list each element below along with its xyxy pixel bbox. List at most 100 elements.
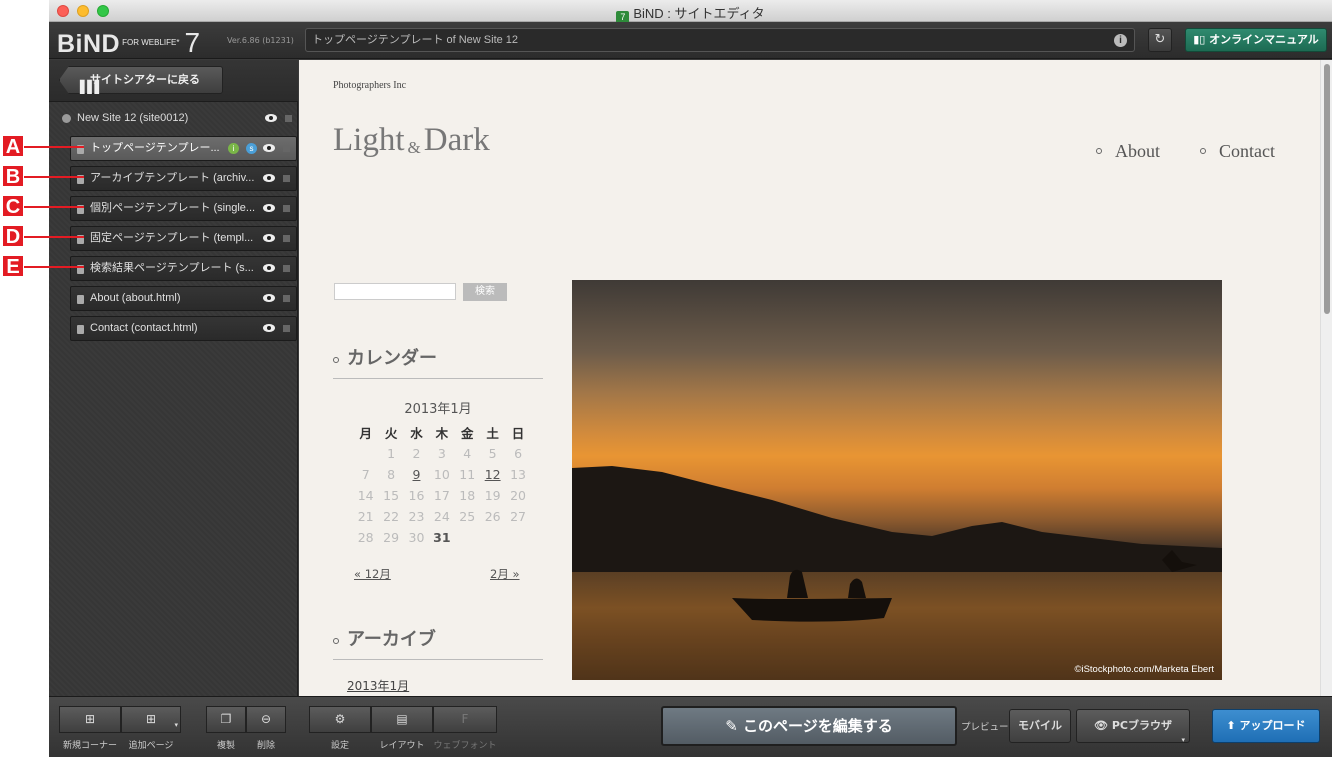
- day-cell: 14: [357, 488, 374, 503]
- page-label: About (about.html): [90, 292, 181, 304]
- visibility-eye-icon[interactable]: [263, 324, 275, 332]
- edit-page-button[interactable]: ✎ このページを編集する: [661, 706, 957, 746]
- checkbox-square-icon[interactable]: [285, 115, 292, 122]
- day-cell: 28: [357, 530, 374, 545]
- checkbox-square-icon[interactable]: [283, 205, 290, 212]
- photo-credit: ©iStockphoto.com/Marketa Ebert: [1074, 664, 1214, 675]
- day-link[interactable]: 9: [404, 464, 429, 485]
- reload-button[interactable]: ↻: [1148, 28, 1172, 52]
- online-manual-button[interactable]: ▮▯ オンラインマニュアル: [1185, 28, 1327, 52]
- layout-button[interactable]: ▤: [371, 706, 433, 733]
- day-link[interactable]: 12: [480, 464, 505, 485]
- checkbox-square-icon[interactable]: [283, 295, 290, 302]
- sidebar-page-item[interactable]: 検索結果ページテンプレート (s...: [70, 256, 297, 281]
- top-toolbar: BiND FOR WEBLIFE* 7 Ver.6.86 (b1231) トップペー…: [49, 22, 1332, 59]
- add-page-button[interactable]: ⊞ ▾: [121, 706, 181, 733]
- visibility-eye-icon[interactable]: [263, 174, 275, 182]
- site-title-amp: &: [407, 138, 421, 157]
- status-blue-icon[interactable]: s: [246, 143, 257, 154]
- search-input[interactable]: [334, 283, 456, 300]
- checkbox-square-icon[interactable]: [283, 265, 290, 272]
- marker-c: C: [2, 195, 24, 218]
- webfont-button[interactable]: F: [433, 706, 497, 733]
- archive-heading-label: アーカイブ: [347, 629, 436, 650]
- visibility-eye-icon[interactable]: [263, 204, 275, 212]
- visibility-eye-icon[interactable]: [263, 144, 275, 152]
- site-root-item[interactable]: New Site 12 (site0012): [49, 107, 298, 129]
- calendar-prev-month-link[interactable]: « 12月: [354, 566, 391, 582]
- weekday-cell: 土: [486, 426, 499, 441]
- calendar-next-month-link[interactable]: 2月 »: [490, 566, 520, 582]
- calendar-week-row: 28 29 30 31: [353, 527, 531, 548]
- archive-heading: アーカイブ: [333, 625, 543, 660]
- day-cell: [505, 527, 530, 548]
- visibility-eye-icon[interactable]: [263, 294, 275, 302]
- site-dot-icon: [62, 114, 71, 123]
- mobile-preview-button[interactable]: モバイル: [1009, 709, 1071, 743]
- site-root-label: New Site 12 (site0012): [77, 112, 189, 124]
- marker-b-line: [24, 176, 84, 178]
- status-green-icon[interactable]: i: [228, 143, 239, 154]
- day-cell: 7: [361, 467, 370, 482]
- company-name: Photographers Inc: [333, 80, 407, 91]
- day-cell-today: 31: [433, 530, 451, 545]
- sidebar-page-item[interactable]: 個別ページテンプレート (single...: [70, 196, 297, 221]
- day-cell: 30: [408, 530, 425, 545]
- dropdown-arrow-icon: ▾: [1181, 736, 1185, 744]
- checkbox-square-icon[interactable]: [283, 325, 290, 332]
- logo-number: 7: [184, 27, 201, 58]
- page-address-bar[interactable]: トップページテンプレート of New Site 12 i: [305, 28, 1135, 52]
- archive-month-link[interactable]: 2013年1月: [347, 677, 409, 694]
- page-preview[interactable]: Photographers Inc Light &Dark About Conta…: [299, 60, 1332, 696]
- upload-icon: ⬆: [1226, 719, 1240, 732]
- webfont-label: ウェブフォント: [433, 741, 497, 751]
- book-icon: ▮▯: [1193, 33, 1210, 46]
- visibility-eye-icon[interactable]: [263, 264, 275, 272]
- edit-page-label: このページを編集する: [743, 717, 893, 735]
- day-cell: 23: [408, 509, 425, 524]
- sidebar-page-item[interactable]: アーカイブテンプレート (archiv...: [70, 166, 297, 191]
- sidebar-page-item[interactable]: About (about.html): [70, 286, 297, 311]
- checkbox-square-icon[interactable]: [283, 235, 290, 242]
- day-cell: 1: [387, 446, 396, 461]
- day-cell: 11: [459, 467, 476, 482]
- new-corner-button[interactable]: ⊞: [59, 706, 121, 733]
- search-button[interactable]: 検索: [463, 283, 507, 301]
- nav-about-link[interactable]: About: [1096, 141, 1160, 162]
- day-cell: 19: [484, 488, 501, 503]
- upload-button[interactable]: ⬆ アップロード: [1212, 709, 1320, 743]
- calendar-table: 月火水木金土日 123456 7 8 9 10 11 12 13 14 15 16 17 18 19 2…: [353, 422, 531, 548]
- info-icon[interactable]: i: [1114, 34, 1127, 47]
- settings-button[interactable]: ⚙: [309, 706, 371, 733]
- scrollbar-thumb[interactable]: [1324, 64, 1330, 314]
- pc-browser-preview-button[interactable]: 👁 PCブラウザ ▾: [1076, 709, 1190, 744]
- sidebar-page-item[interactable]: Contact (contact.html): [70, 316, 297, 341]
- marker-b: B: [2, 165, 24, 188]
- duplicate-button[interactable]: ❐: [206, 706, 246, 733]
- upload-label: アップロード: [1239, 719, 1306, 732]
- window-title: 7 BiND : サイトエディタ: [49, 3, 1332, 24]
- marker-d: D: [2, 225, 24, 248]
- checkbox-square-icon[interactable]: [283, 145, 290, 152]
- visibility-eye-icon[interactable]: [263, 234, 275, 242]
- day-cell: 4: [463, 446, 472, 461]
- day-cell: 15: [383, 488, 400, 503]
- day-cell: [480, 527, 505, 548]
- day-cell: 3: [437, 446, 446, 461]
- nav-contact-link[interactable]: Contact: [1200, 141, 1275, 162]
- calendar-weekday-row: 月火水木金土日: [353, 422, 531, 443]
- visibility-eye-icon[interactable]: [265, 114, 277, 122]
- delete-button[interactable]: ⊖: [246, 706, 286, 733]
- marker-e-line: [24, 266, 84, 268]
- nav-bullet-icon: [1200, 148, 1206, 154]
- day-cell: 8: [387, 467, 396, 482]
- weekday-cell: 日: [511, 426, 525, 441]
- back-to-site-theater-button[interactable]: ▌▌▌ サイトシアターに戻る: [59, 66, 223, 94]
- sidebar-page-item[interactable]: 固定ページテンプレート (templ...: [70, 226, 297, 251]
- preview-scrollbar[interactable]: [1320, 60, 1332, 696]
- logo-main: BiND: [57, 30, 121, 58]
- checkbox-square-icon[interactable]: [283, 175, 290, 182]
- sidebar-page-item[interactable]: トップページテンプレー... i s: [70, 136, 297, 161]
- preview-label: プレビュー: [961, 722, 1009, 733]
- heading-bullet-icon: [333, 357, 339, 363]
